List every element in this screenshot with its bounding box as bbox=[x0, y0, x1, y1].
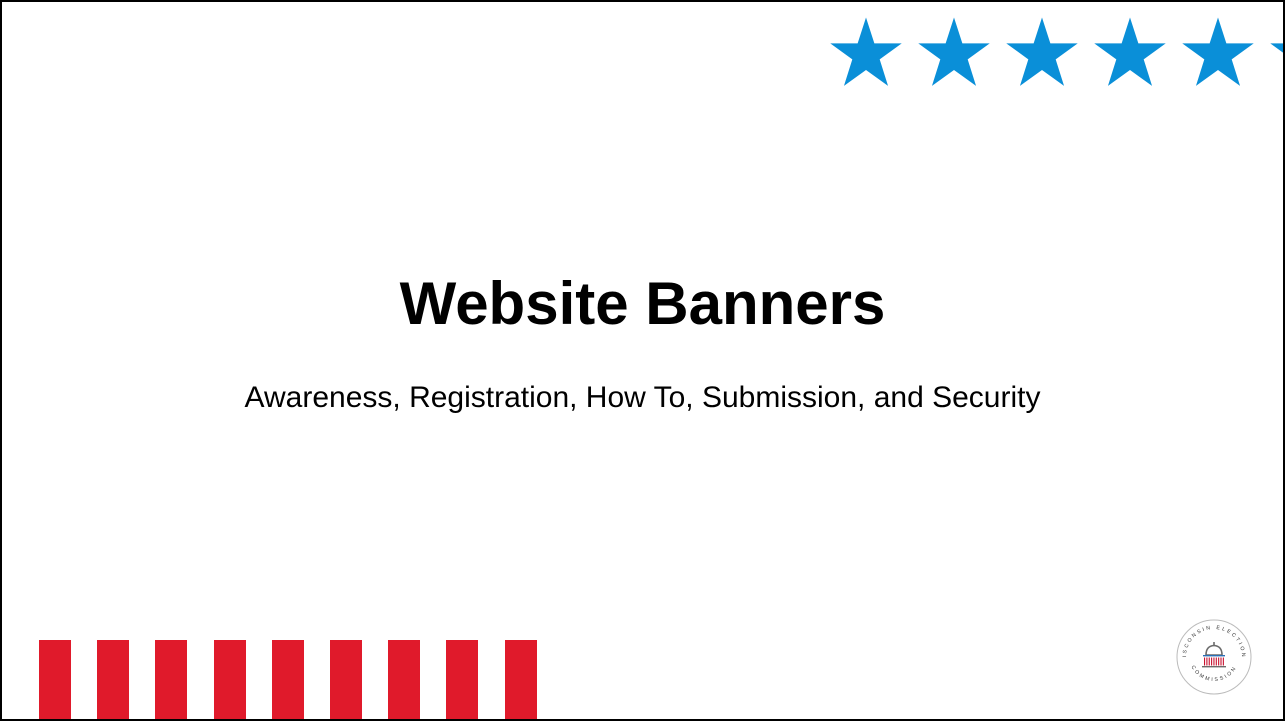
seal-logo: WISCONSIN ELECTIONS COMMISSION bbox=[1176, 619, 1252, 695]
red-stripe bbox=[505, 640, 537, 719]
dome-column bbox=[1204, 657, 1206, 666]
red-stripe bbox=[214, 640, 246, 719]
red-stripe bbox=[272, 640, 304, 719]
dome-column bbox=[1220, 657, 1222, 666]
red-stripe bbox=[97, 640, 129, 719]
slide-title: Website Banners bbox=[399, 270, 886, 337]
wisconsin-elections-commission-seal: WISCONSIN ELECTIONS COMMISSION bbox=[1176, 619, 1252, 695]
dome-column bbox=[1211, 657, 1213, 666]
red-stripe bbox=[39, 640, 71, 719]
red-stripe bbox=[155, 640, 187, 719]
red-stripe bbox=[446, 640, 478, 719]
red-stripe bbox=[330, 640, 362, 719]
stars-decoration bbox=[828, 16, 1283, 100]
dome-column bbox=[1206, 657, 1208, 666]
star-icon bbox=[1182, 17, 1254, 86]
dome-column bbox=[1222, 657, 1224, 666]
slide: Website Banners Awareness, Registration,… bbox=[0, 0, 1285, 721]
dome-column bbox=[1208, 657, 1210, 666]
slide-subtitle: Awareness, Registration, How To, Submiss… bbox=[244, 381, 1041, 414]
star-icon bbox=[918, 17, 990, 86]
stripes-decoration bbox=[39, 640, 559, 719]
red-stripe bbox=[388, 640, 420, 719]
dome-column bbox=[1218, 657, 1220, 666]
star-icon bbox=[1094, 17, 1166, 86]
dome-column bbox=[1215, 657, 1217, 666]
star-icon bbox=[1270, 43, 1283, 53]
dome-column bbox=[1213, 657, 1215, 666]
star-icon bbox=[830, 17, 902, 86]
star-icon bbox=[1006, 17, 1078, 86]
